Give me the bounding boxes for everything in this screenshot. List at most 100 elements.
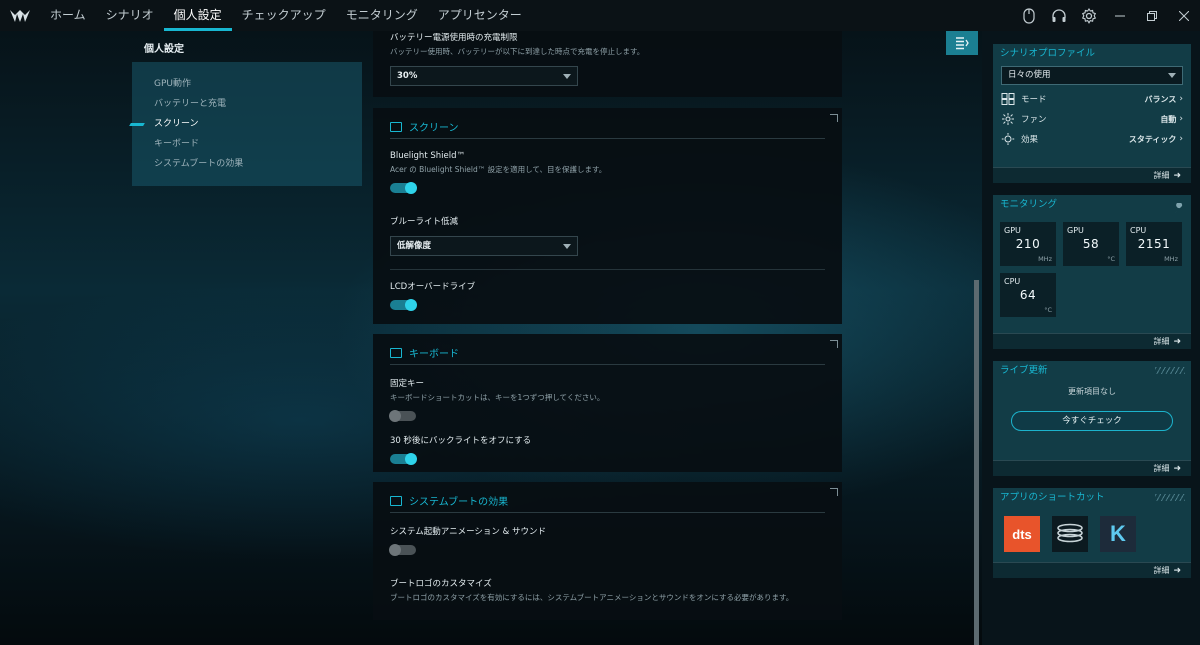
live-update-card: ライブ更新 更新項目なし 今すぐチェック 詳細 ➜ [993,361,1191,476]
right-sidebar: シナリオプロファイル 日々の使用 モード バランス › ファン 自動 › 効果 … [982,31,1200,645]
settings-gear-icon[interactable] [1074,0,1104,31]
cpu-clock-stat: CPU 2151 MHz [1126,222,1182,266]
tab-monitoring[interactable]: モニタリング [336,0,428,31]
nav-icons [1014,0,1200,31]
battery-limit-value: 30% [397,71,418,81]
boot-animation-title: システム起動アニメーション & サウンド [390,527,546,537]
stat-unit: °C [1044,306,1052,314]
corner-decoration [830,488,838,496]
left-settings-menu: GPU動作 バッテリーと充電 スクリーン キーボード システムブートの効果 [132,62,362,186]
shortcuts-details-link[interactable]: 詳細 ➜ [993,562,1191,578]
left-item-battery[interactable]: バッテリーと充電 [132,94,362,114]
stat-value: 64 [1019,288,1037,302]
bluelight-shield-toggle[interactable] [390,182,417,194]
scenario-profile-title: シナリオプロファイル [1000,48,1096,59]
stat-label: CPU [1004,277,1021,286]
tab-checkup[interactable]: チェックアップ [232,0,336,31]
stat-value: 210 [1015,237,1041,251]
monitoring-details-link[interactable]: 詳細 ➜ [993,333,1191,349]
fan-value: 自動 [1160,114,1177,124]
sun-effect-icon [1001,133,1015,145]
bluelight-shield-desc: Acer の Bluelight Shield™ 設定を適用して、目を保護します… [390,165,607,174]
details-label: 詳細 [1153,566,1170,575]
monitoring-card: モニタリング GPU 210 MHz GPU 58 °C CPU 2151 MH… [993,195,1191,349]
battery-limit-dropdown[interactable]: 30% [390,66,578,86]
scenario-details-link[interactable]: 詳細 ➜ [993,167,1191,183]
keyboard-section-header: キーボード [390,343,825,365]
battery-limit-desc: バッテリー使用時、バッテリーが以下に到達した時点で充電を停止します。 [390,47,645,56]
check-now-button[interactable]: 今すぐチェック [1011,411,1173,431]
stat-label: GPU [1004,226,1021,235]
tab-scenario[interactable]: シナリオ [96,0,164,31]
wrench-icon[interactable] [1174,199,1185,218]
sidebar-collapse-icon [956,37,969,50]
tab-app-center[interactable]: アプリセンター [428,0,532,31]
screen-icon [390,121,402,132]
stat-label: GPU [1067,226,1084,235]
effect-value: スタティック [1128,134,1177,144]
bluelight-reduction-dropdown[interactable]: 低解像度 [390,236,578,256]
boot-animation-toggle[interactable] [389,544,416,556]
bluelight-shield-title: Bluelight Shield™ [390,151,465,161]
stat-unit: °C [1107,255,1115,263]
keyboard-section-title: キーボード [409,349,459,360]
mode-value: バランス [1144,94,1177,104]
backlight-off-title: 30 秒後にバックライトをオフにする [390,436,532,446]
dts-label: dts [1012,526,1032,542]
sticky-keys-desc: キーボードショートカットは、キーを1つずつ押してください。 [390,393,605,402]
screen-section-title: スクリーン [409,123,459,134]
chevron-down-icon [563,244,571,249]
headset-icon[interactable] [1044,0,1074,31]
battery-limit-title: バッテリー電源使用時の充電制限 [390,33,518,43]
details-label: 詳細 [1153,337,1170,346]
details-label: 詳細 [1153,171,1170,180]
sticky-keys-toggle[interactable] [389,410,416,422]
boot-effects-panel: システムブートの効果 システム起動アニメーション & サウンド ブートロゴのカス… [373,482,842,620]
left-item-boot-effects[interactable]: システムブートの効果 [132,154,362,174]
restore-button[interactable] [1136,0,1168,31]
backlight-off-toggle[interactable] [390,453,417,465]
bluelight-reduction-value: 低解像度 [397,241,432,251]
dts-app-icon[interactable]: dts [1004,516,1040,552]
arrow-right-icon: ➜ [1173,337,1181,347]
left-item-screen[interactable]: スクリーン [132,114,362,134]
corner-decoration [830,114,838,122]
gpu-temp-stat: GPU 58 °C [1063,222,1119,266]
chevron-down-icon [563,74,571,79]
scenario-row-mode[interactable]: モード バランス › [993,89,1191,109]
left-item-keyboard[interactable]: キーボード [132,134,362,154]
sense-app-icon[interactable] [1052,516,1088,552]
lcd-overdrive-toggle[interactable] [390,299,417,311]
sticky-keys-title: 固定キー [390,379,425,389]
arrow-right-icon: ➜ [1173,171,1181,181]
tab-personal-settings[interactable]: 個人設定 [163,0,232,31]
keyboard-icon [390,347,402,358]
scenario-row-effect[interactable]: 効果 スタティック › [993,129,1191,149]
boot-logo-title: ブートロゴのカスタマイズ [390,579,492,589]
boot-section-header: システムブートの効果 [390,491,825,513]
mode-grid-icon [1001,93,1015,105]
scrollbar[interactable] [974,280,979,645]
close-button[interactable] [1168,0,1200,31]
app-shortcuts-card: アプリのショートカット dts K 詳細 ➜ [993,488,1191,578]
stripes-decoration [1155,494,1185,501]
scenario-row-fan[interactable]: ファン 自動 › [993,109,1191,129]
update-status: 更新項目なし [1068,387,1116,396]
screen-panel: スクリーン Bluelight Shield™ Acer の Bluelight… [373,108,842,324]
scenario-profile-select[interactable]: 日々の使用 [1001,66,1183,85]
chevron-down-icon [1168,73,1176,78]
stat-unit: MHz [1038,255,1052,263]
mouse-icon[interactable] [1014,0,1044,31]
tab-home[interactable]: ホーム [40,0,96,31]
battery-panel: バッテリー電源使用時の充電制限 バッテリー使用時、バッテリーが以下に到達した時点… [373,31,842,97]
boot-section-title: システムブートの効果 [409,497,509,508]
chevron-right-icon: › [1179,94,1183,104]
killer-app-icon[interactable]: K [1100,516,1136,552]
screen-section-header: スクリーン [390,117,825,139]
lcd-overdrive-title: LCDオーバードライブ [390,282,476,292]
left-item-gpu[interactable]: GPU動作 [132,74,362,94]
minimize-button[interactable] [1104,0,1136,31]
monitoring-title: モニタリング [1000,199,1058,210]
sidebar-toggle-button[interactable] [946,31,978,55]
live-update-details-link[interactable]: 詳細 ➜ [993,460,1191,476]
